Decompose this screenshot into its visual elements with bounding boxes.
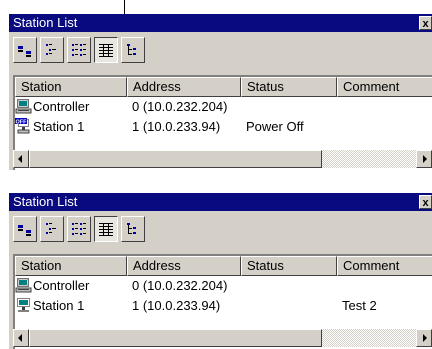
column-header-address[interactable]: Address bbox=[127, 77, 241, 97]
close-button[interactable]: x bbox=[419, 16, 432, 30]
column-header-comment[interactable]: Comment bbox=[337, 77, 432, 97]
station-name: Controller bbox=[33, 278, 90, 293]
station-list-window-bottom: Station List x Station Address Status Co… bbox=[9, 193, 432, 349]
list-icon bbox=[72, 223, 86, 235]
details-icon bbox=[99, 44, 113, 57]
arrow-left-icon bbox=[18, 334, 22, 342]
details-view-button[interactable] bbox=[94, 216, 118, 242]
small-icons-button[interactable] bbox=[40, 37, 64, 63]
tree-icon bbox=[127, 44, 136, 55]
table-row[interactable]: Controller 0 (10.0.232.204) bbox=[15, 276, 432, 296]
horizontal-scrollbar[interactable] bbox=[13, 150, 432, 168]
scroll-right-button[interactable] bbox=[416, 329, 432, 347]
list-icon bbox=[72, 44, 86, 56]
arrow-left-icon bbox=[18, 155, 22, 163]
tree-view-button[interactable] bbox=[121, 216, 145, 242]
table-row[interactable]: OFF Station 1 1 (10.0.233.94) Power Off bbox=[15, 117, 432, 137]
column-header-station[interactable]: Station bbox=[15, 77, 127, 97]
view-toolbar bbox=[13, 216, 173, 246]
address-cell: 1 (10.0.233.94) bbox=[132, 298, 221, 313]
controller-icon bbox=[15, 99, 32, 114]
column-header-status[interactable]: Status bbox=[241, 77, 337, 97]
tree-icon bbox=[127, 223, 136, 234]
arrow-right-icon bbox=[423, 155, 427, 163]
window-title: Station List bbox=[13, 15, 78, 30]
scroll-thumb[interactable] bbox=[29, 150, 322, 168]
large-icons-icon bbox=[18, 46, 31, 57]
controller-icon bbox=[15, 278, 32, 293]
large-icons-button[interactable] bbox=[13, 216, 37, 242]
large-icons-button[interactable] bbox=[13, 37, 37, 63]
window-title: Station List bbox=[13, 194, 78, 209]
view-toolbar bbox=[13, 37, 173, 67]
address-cell: 0 (10.0.232.204) bbox=[132, 278, 228, 293]
station-off-icon: OFF bbox=[15, 118, 30, 134]
arrow-right-icon bbox=[423, 334, 427, 342]
tree-view-button[interactable] bbox=[121, 37, 145, 63]
column-header-station[interactable]: Station bbox=[15, 256, 127, 276]
table-row[interactable]: Station 1 1 (10.0.233.94) Test 2 bbox=[15, 296, 432, 316]
title-bar: Station List x bbox=[9, 193, 432, 211]
station-list-window-top: Station List x Station Address Status Co… bbox=[9, 14, 432, 170]
station-name: Station 1 bbox=[33, 119, 85, 134]
scroll-thumb[interactable] bbox=[29, 329, 322, 347]
horizontal-scrollbar[interactable] bbox=[13, 329, 432, 347]
address-cell: 1 (10.0.233.94) bbox=[132, 119, 221, 134]
column-header-address[interactable]: Address bbox=[127, 256, 241, 276]
comment-cell: Test 2 bbox=[342, 298, 377, 313]
scroll-left-button[interactable] bbox=[13, 150, 29, 168]
status-cell: Power Off bbox=[246, 119, 304, 134]
address-cell: 0 (10.0.232.204) bbox=[132, 99, 228, 114]
scroll-left-button[interactable] bbox=[13, 329, 29, 347]
table-row[interactable]: Controller 0 (10.0.232.204) bbox=[15, 97, 432, 117]
close-button[interactable]: x bbox=[419, 195, 432, 209]
list-view-button[interactable] bbox=[67, 216, 91, 242]
column-header-status[interactable]: Status bbox=[241, 256, 337, 276]
small-icons-icon bbox=[46, 44, 56, 55]
small-icons-button[interactable] bbox=[40, 216, 64, 242]
scroll-right-button[interactable] bbox=[416, 150, 432, 168]
details-view-button[interactable] bbox=[94, 37, 118, 63]
small-icons-icon bbox=[46, 223, 56, 234]
list-view-button[interactable] bbox=[67, 37, 91, 63]
station-name: Station 1 bbox=[33, 298, 85, 313]
details-icon bbox=[99, 223, 113, 236]
title-bar: Station List x bbox=[9, 14, 432, 32]
large-icons-icon bbox=[18, 225, 31, 236]
station-icon bbox=[17, 298, 30, 312]
column-header-comment[interactable]: Comment bbox=[337, 256, 432, 276]
station-name: Controller bbox=[33, 99, 90, 114]
svg-text:OFF: OFF bbox=[16, 120, 28, 126]
